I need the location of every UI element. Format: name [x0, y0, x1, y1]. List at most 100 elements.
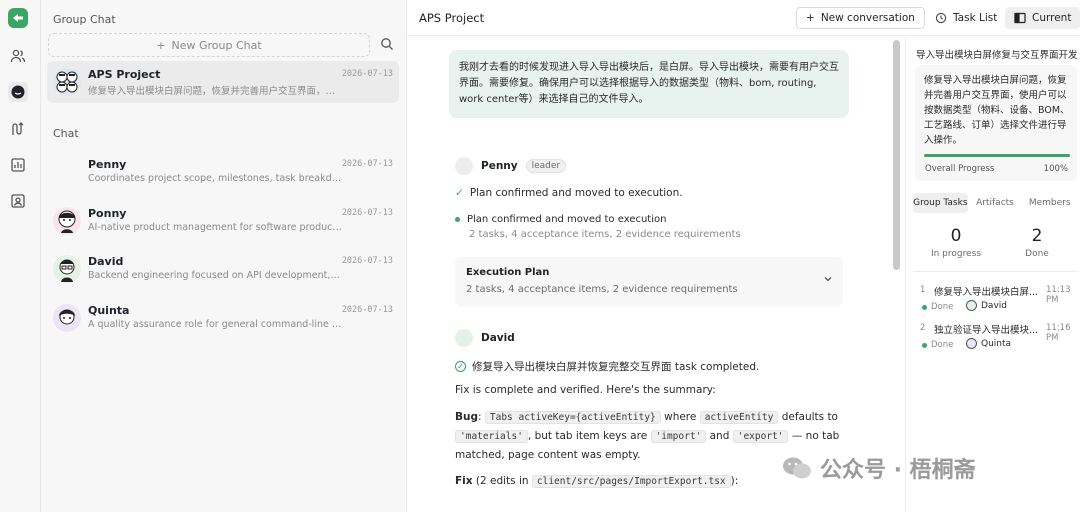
chat-date: 2026-07-13 [341, 208, 393, 218]
plan-confirmed-text: Plan confirmed and moved to execution. [469, 187, 683, 199]
in-progress-label: In progress [930, 249, 982, 259]
plan-bullet-sub: 2 tasks, 4 acceptance items, 2 evidence … [469, 229, 741, 240]
task-completed-text: 修复导入导出模块白屏并恢复完整交互界面 task completed. [472, 361, 760, 373]
conversation-header: APS Project + New conversation Task List… [407, 0, 1080, 36]
message-thread: 我刚才去看的时候发现进入导入导出模块后，是白屏。导入导出模块，需要有用户交互界面… [407, 37, 904, 512]
david-name: David [481, 332, 515, 344]
chat-item-quinta[interactable]: Quinta 2026-07-13 A quality assurance ro… [47, 297, 399, 339]
chat-item-david[interactable]: David 2026-07-13 Backend engineering foc… [47, 248, 399, 290]
task-item[interactable]: 1 修复导入导出模块白屏... 11:13 PM Done David [918, 283, 1080, 317]
task-assignee: Quinta [966, 338, 1011, 349]
bug-text: — no tab [791, 430, 840, 442]
bug-text: matched, page content was empty. [455, 449, 641, 461]
group-item-aps-project[interactable]: APS Project 2026-07-13 修复导入导出模块白屏问题，恢复并完… [47, 61, 399, 103]
user-message: 我刚才去看的时候发现进入导入导出模块后，是白屏。导入导出模块，需要有用户交互界面… [449, 50, 849, 118]
conversation-list: Group Chat + New Group Chat APS Project … [41, 0, 407, 512]
progress-label: Overall Progress [925, 164, 995, 174]
chat-name: David [88, 255, 124, 268]
task-status: Done [922, 302, 953, 312]
task-completed-line: ✓ 修复导入导出模块白屏并恢复完整交互界面 task completed. [455, 359, 759, 374]
progress-bar [924, 154, 1070, 157]
chat-item-ponny[interactable]: Ponny 2026-07-13 AI-native product manag… [47, 200, 399, 242]
chat-desc: Coordinates project scope, milestones, t… [88, 173, 342, 184]
chat-name: Ponny [88, 207, 127, 220]
task-list-button[interactable]: Task List [926, 7, 1006, 29]
penny-avatar [455, 157, 473, 175]
chat-heading: Chat [53, 127, 79, 140]
chat-name: Penny [88, 158, 127, 171]
app-logo-icon[interactable] [8, 8, 28, 28]
execution-plan-sub: 2 tasks, 4 acceptance items, 2 evidence … [466, 284, 738, 295]
bug-text: where [664, 411, 697, 423]
bug-label: Bug [455, 411, 478, 423]
new-conversation-button[interactable]: + New conversation [796, 7, 925, 29]
group-avatar [53, 68, 81, 96]
david-avatar [53, 255, 81, 283]
task-item[interactable]: 2 独立验证导入导出模块... 11:16 PM Done Quinta [918, 321, 1080, 355]
in-progress-stat: 0 In progress [916, 226, 996, 259]
panel-title: 导入导出模块白屏修复与交互界面开发 [916, 50, 1078, 61]
status-dot-icon [922, 342, 927, 348]
new-group-chat-label: New Group Chat [171, 38, 262, 52]
code-snippet: activeEntity [699, 411, 779, 424]
plan-bullet: Plan confirmed and moved to execution [455, 214, 666, 225]
task-time: 11:13 PM [1046, 285, 1071, 305]
icon-rail [0, 0, 41, 512]
chat-item-penny[interactable]: Penny 2026-07-13 Coordinates project sco… [47, 151, 399, 193]
assignee-avatar [966, 338, 977, 349]
wechat-icon [783, 457, 811, 479]
plan-confirmed-line: ✓ Plan confirmed and moved to execution. [455, 187, 683, 199]
chat-date: 2026-07-13 [341, 305, 393, 315]
summary-text: Fix is complete and verified. Here's the… [455, 384, 716, 396]
tab-members[interactable]: Members [1022, 193, 1077, 213]
task-number: 2 [920, 323, 926, 333]
divider [913, 271, 1077, 272]
search-icon[interactable] [380, 37, 396, 53]
chevron-down-icon[interactable] [823, 274, 833, 287]
contacts-icon[interactable] [8, 191, 28, 211]
chat-desc: A quality assurance role for general com… [88, 319, 342, 330]
fix-text: (2 edits in [475, 475, 529, 487]
watermark: 公众号 · 梧桐斋 [782, 452, 976, 484]
code-snippet: 'import' [650, 430, 707, 443]
check-icon: ✓ [455, 187, 464, 199]
progress-fill [924, 154, 1070, 157]
chat-name: Quinta [88, 304, 130, 317]
bug-text: defaults to [781, 411, 838, 423]
new-group-chat-button[interactable]: + New Group Chat [48, 33, 370, 57]
chat-desc: AI-native product management for softwar… [88, 222, 342, 233]
current-button[interactable]: Current [1005, 7, 1080, 29]
chat-date: 2026-07-13 [341, 256, 393, 266]
plus-icon: + [156, 38, 166, 52]
app-window: Group Chat + New Group Chat APS Project … [0, 0, 1080, 512]
status-dot-icon [922, 304, 927, 310]
task-status: Done [922, 340, 953, 350]
tab-group-tasks[interactable]: Group Tasks [913, 193, 968, 213]
bug-text: , but tab item keys are [527, 430, 648, 442]
execution-plan-card[interactable]: Execution Plan 2 tasks, 4 acceptance ite… [455, 257, 843, 306]
chat-date: 2026-07-13 [341, 159, 393, 169]
plan-bullet-title: Plan confirmed and moved to execution [467, 214, 667, 225]
role-badge: leader [525, 159, 567, 173]
users-icon[interactable] [8, 46, 28, 66]
tab-artifacts[interactable]: Artifacts [968, 193, 1023, 213]
bug-text: and [709, 430, 730, 442]
group-name: APS Project [88, 68, 161, 81]
current-label: Current [1032, 12, 1072, 24]
scrollbar[interactable] [893, 40, 900, 270]
code-snippet: 'materials' [455, 430, 528, 443]
assignee-name: David [981, 300, 1007, 311]
done-count: 2 [1031, 226, 1043, 246]
task-status-text: Done [931, 340, 954, 350]
fix-text: ): [730, 475, 739, 487]
route-icon[interactable] [8, 119, 28, 139]
chat-bubble-icon[interactable] [8, 82, 28, 102]
history-icon [935, 12, 947, 24]
task-time: 11:16 PM [1046, 323, 1071, 343]
task-list-label: Task List [953, 12, 998, 24]
david-sender: David [455, 329, 515, 347]
new-conversation-label: New conversation [820, 12, 915, 24]
chart-icon[interactable] [8, 155, 28, 175]
code-snippet: client/src/pages/ImportExport.tsx [531, 475, 731, 488]
assignee-name: Quinta [981, 338, 1012, 349]
